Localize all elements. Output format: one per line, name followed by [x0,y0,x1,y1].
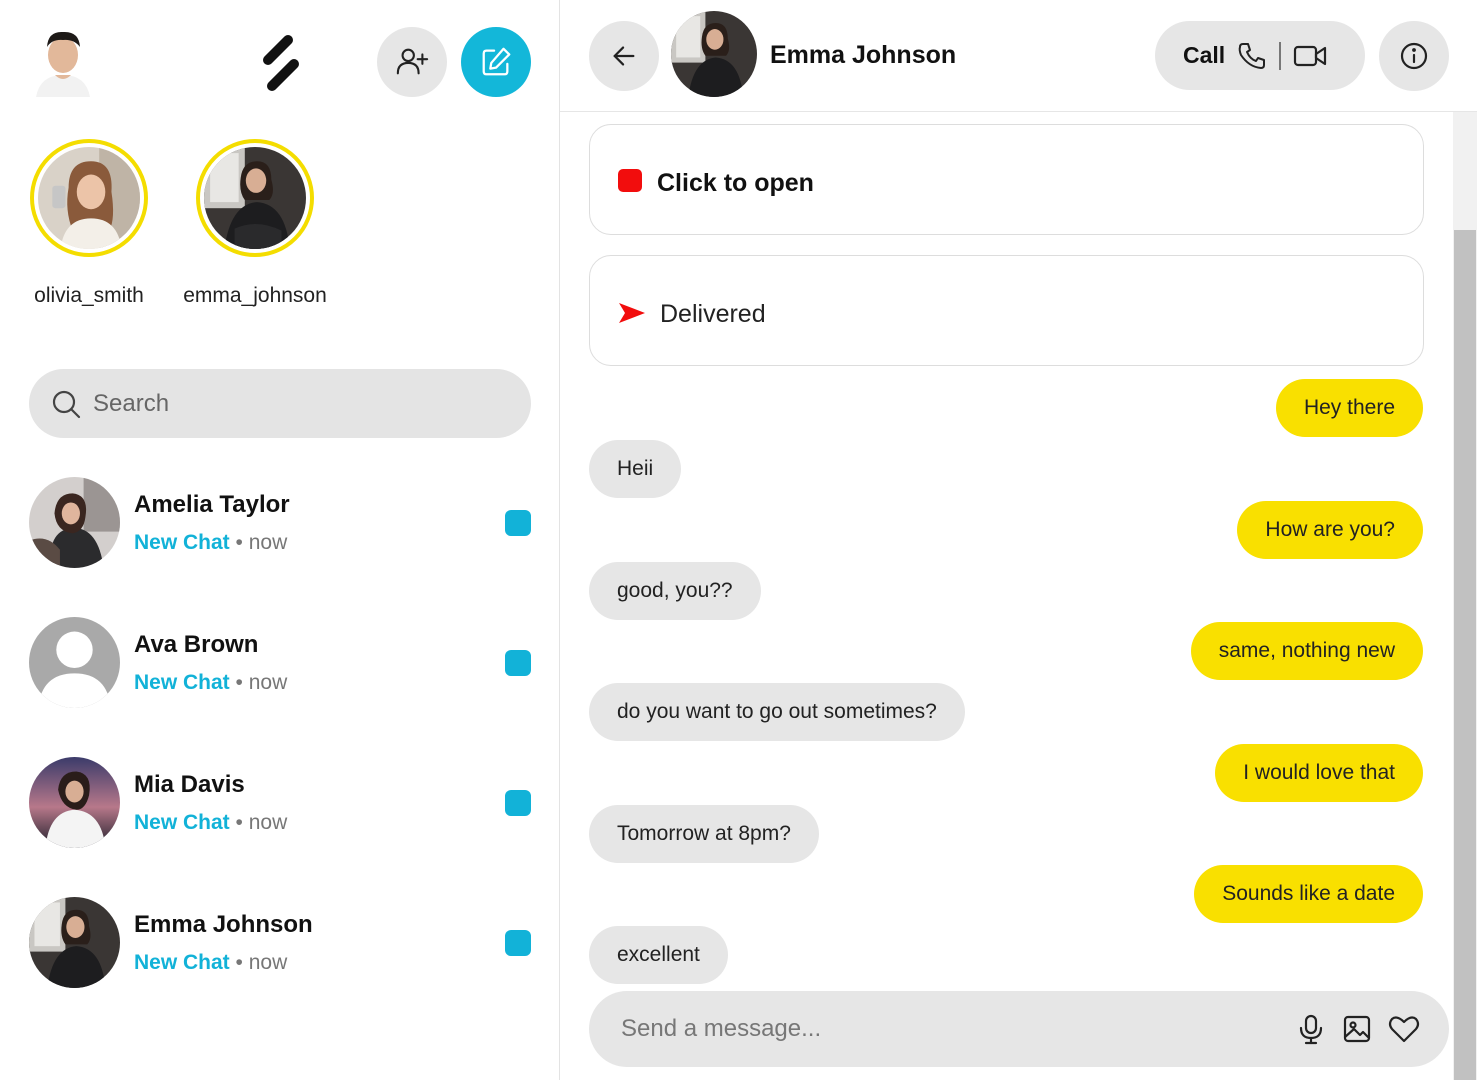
microphone-icon[interactable] [1295,1013,1327,1045]
message-input[interactable] [619,1014,1283,1044]
message-bubble-incoming[interactable]: do you want to go out sometimes? [589,683,965,741]
chat-status-line: New Chat • now [134,811,288,834]
chat-time: now [248,671,288,694]
chat-status: New Chat [134,811,230,834]
chat-status-line: New Chat • now [134,951,288,974]
add-friend-button[interactable] [377,27,447,97]
conversation-title: Emma Johnson [770,41,957,69]
unread-indicator [505,650,531,676]
arrow-left-icon [613,46,635,66]
delivered-label: Delivered [660,300,766,328]
unread-indicator [505,790,531,816]
divider [1279,41,1282,70]
unread-indicator [505,930,531,956]
unread-indicator [505,510,531,536]
story-emma-johnson[interactable]: emma_johnson [183,139,327,308]
call-label: Call [1183,42,1226,68]
story-username: olivia_smith [34,284,144,307]
sent-arrow-icon [619,303,645,323]
chat-status-line: New Chat • now [134,531,288,554]
chat-time: now [248,951,288,974]
chat-status: New Chat [134,531,230,554]
story-avatar[interactable] [196,139,314,257]
chat-time: now [248,531,288,554]
conversation-header: Emma Johnson Call [560,0,1477,112]
conversation-list-panel: olivia_smith emma_johnson Search Amelia … [0,0,560,1080]
message-bubble-outgoing[interactable]: Sounds like a date [1194,865,1423,923]
chat-item-ava-brown[interactable]: Ava Brown New Chat • now [29,617,539,709]
message-bubble-incoming[interactable]: excellent [589,926,728,984]
avatar [29,757,120,848]
call-button[interactable]: Call [1155,21,1365,90]
message-composer[interactable] [589,991,1449,1067]
story-olivia-smith[interactable]: olivia_smith [30,139,148,308]
message-bubble-outgoing[interactable]: How are you? [1237,501,1423,559]
back-button[interactable] [589,21,659,91]
contact-name: Ava Brown [134,631,259,658]
chat-status-line: New Chat • now [134,671,288,694]
avatar [29,617,120,708]
message-bubble-outgoing[interactable]: I would love that [1215,744,1423,802]
chat-item-mia-davis[interactable]: Mia Davis New Chat • now [29,757,539,849]
search-input[interactable] [91,388,515,419]
left-top-bar [0,0,559,125]
message-bubble-incoming[interactable]: good, you?? [589,562,761,620]
unopened-snap-icon [618,169,642,192]
info-button[interactable] [1379,21,1449,91]
app-logo [258,32,304,94]
phone-icon[interactable] [1237,41,1267,71]
new-chat-button[interactable] [461,27,531,97]
avatar [29,477,120,568]
message-bubble-incoming[interactable]: Tomorrow at 8pm? [589,805,819,863]
conversation-panel: Emma Johnson Call Click to open Delivere… [560,0,1477,1080]
open-snap-card[interactable]: Click to open [589,124,1424,235]
contact-avatar[interactable] [671,11,757,97]
chat-item-emma-johnson[interactable]: Emma Johnson New Chat • now [29,897,539,989]
message-bubble-incoming[interactable]: Heii [589,440,682,498]
chat-status: New Chat [134,951,230,974]
add-user-icon [396,48,429,75]
open-snap-label: Click to open [657,169,814,197]
message-bubble-outgoing[interactable]: Hey there [1275,379,1423,437]
chat-time: now [248,811,288,834]
delivered-card[interactable]: Delivered [589,255,1424,366]
story-avatar[interactable] [30,139,148,257]
default-avatar-icon [29,617,120,708]
search-bar[interactable] [29,369,531,438]
heart-icon[interactable] [1388,1013,1420,1045]
video-icon[interactable] [1293,43,1327,69]
contact-name: Emma Johnson [134,911,313,938]
message-bubble-outgoing[interactable]: same, nothing new [1190,622,1423,680]
edit-icon [482,47,511,76]
chat-item-amelia-taylor[interactable]: Amelia Taylor New Chat • now [29,477,539,569]
info-icon [1400,42,1428,70]
contact-name: Mia Davis [134,771,245,798]
contact-name: Amelia Taylor [134,491,290,518]
image-icon[interactable] [1341,1013,1373,1045]
scrollbar-thumb[interactable] [1454,230,1476,1080]
story-username: emma_johnson [183,284,327,307]
search-icon [52,390,81,418]
avatar [29,897,120,988]
chat-status: New Chat [134,671,230,694]
my-profile-avatar[interactable] [30,27,96,97]
